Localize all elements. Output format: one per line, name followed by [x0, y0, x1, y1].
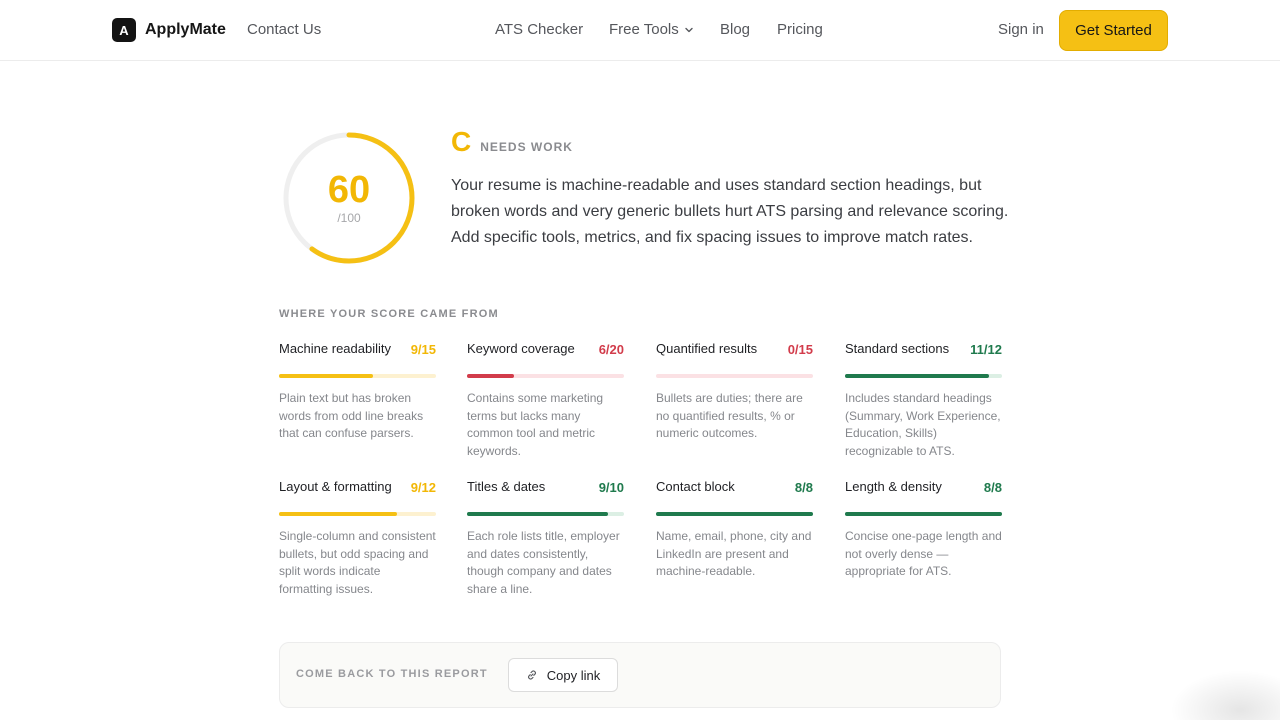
chevron-down-icon [685, 27, 693, 32]
card-score: 9/12 [410, 480, 436, 495]
score-max: /100 [337, 211, 361, 225]
grade-heading: C NEEDS WORK [451, 126, 573, 158]
card-score: 8/8 [983, 480, 1002, 495]
score-card-keyword-coverage: Keyword coverage 6/20 Contains some mark… [467, 341, 624, 460]
nav-pricing[interactable]: Pricing [777, 21, 823, 38]
card-score: 6/20 [598, 342, 624, 357]
breakdown-title: WHERE YOUR SCORE CAME FROM [279, 308, 499, 320]
score-summary: Your resume is machine-readable and uses… [451, 177, 1009, 246]
brand-mark: A [112, 18, 136, 42]
copy-link-label: Copy link [546, 667, 601, 683]
get-started-button[interactable]: Get Started [1059, 10, 1168, 51]
progress-bar [656, 374, 813, 378]
progress-fill [845, 512, 1002, 516]
card-description: Name, email, phone, city and LinkedIn ar… [656, 529, 812, 578]
nav-free-tools[interactable]: Free Tools [609, 21, 694, 38]
card-label: Machine readability [279, 341, 392, 356]
score-card-titles-dates: Titles & dates 9/10 Each role lists titl… [467, 479, 624, 598]
card-label: Titles & dates [467, 479, 546, 494]
progress-bar [656, 512, 813, 516]
card-score: 8/8 [794, 480, 813, 495]
card-score: 11/12 [970, 342, 1002, 357]
report-link-label: COME BACK TO THIS REPORT [296, 668, 488, 680]
progress-fill [279, 374, 374, 378]
card-label: Contact block [656, 479, 735, 494]
progress-fill [656, 512, 813, 516]
card-description: Contains some marketing terms but lacks … [467, 391, 604, 458]
decorative-shadow [1170, 670, 1280, 720]
nav-contact-us[interactable]: Contact Us [247, 21, 321, 38]
card-label: Layout & formatting [279, 479, 392, 494]
score-card-machine-readability: Machine readability 9/15 Plain text but … [279, 341, 436, 443]
copy-link-button[interactable]: Copy link [508, 658, 618, 692]
card-score: 9/10 [598, 480, 624, 495]
progress-fill [845, 374, 989, 378]
card-label: Keyword coverage [467, 341, 575, 356]
score-value: 60 [327, 169, 371, 211]
progress-bar [279, 374, 436, 378]
score-card-standard-sections: Standard sections 11/12 Includes standar… [845, 341, 1002, 460]
card-score: 9/15 [410, 342, 436, 357]
grade-letter: C [451, 126, 472, 157]
nav-blog[interactable]: Blog [720, 21, 750, 38]
progress-bar [467, 512, 624, 516]
progress-fill [279, 512, 397, 516]
score-card-length-density: Length & density 8/8 Concise one-page le… [845, 479, 1002, 581]
card-score: 0/15 [787, 342, 813, 357]
brand-logo[interactable]: A ApplyMate [112, 18, 226, 42]
nav-free-tools-label: Free Tools [609, 21, 679, 38]
card-description: Includes standard headings (Summary, Wor… [845, 391, 1001, 458]
score-card-layout-formatting: Layout & formatting 9/12 Single-column a… [279, 479, 436, 598]
score-card-contact-block: Contact block 8/8 Name, email, phone, ci… [656, 479, 813, 581]
progress-bar [845, 512, 1002, 516]
card-description: Bullets are duties; there are no quantif… [656, 391, 803, 440]
card-label: Quantified results [656, 341, 758, 356]
card-description: Plain text but has broken words from odd… [279, 391, 424, 440]
link-icon [527, 670, 536, 680]
score-ring: 60 /100 [279, 128, 419, 268]
top-navigation: A ApplyMate Contact Us ATS Checker Free … [0, 0, 1280, 61]
card-description: Concise one-page length and not overly d… [845, 529, 1002, 578]
progress-bar [467, 374, 624, 378]
card-label: Standard sections [845, 341, 950, 356]
report-link-box: COME BACK TO THIS REPORT Copy link [279, 642, 1001, 708]
card-label: Length & density [845, 479, 942, 494]
nav-ats-checker[interactable]: ATS Checker [495, 21, 583, 38]
card-description: Single-column and consistent bullets, bu… [279, 529, 436, 596]
score-card-quantified-results: Quantified results 0/15 Bullets are duti… [656, 341, 813, 443]
progress-bar [279, 512, 436, 516]
progress-fill [467, 374, 515, 378]
sign-in-link[interactable]: Sign in [998, 21, 1044, 38]
progress-bar [845, 374, 1002, 378]
brand-name: ApplyMate [145, 21, 226, 38]
card-description: Each role lists title, employer and date… [467, 529, 620, 596]
grade-label: NEEDS WORK [480, 140, 573, 154]
progress-fill [467, 512, 609, 516]
